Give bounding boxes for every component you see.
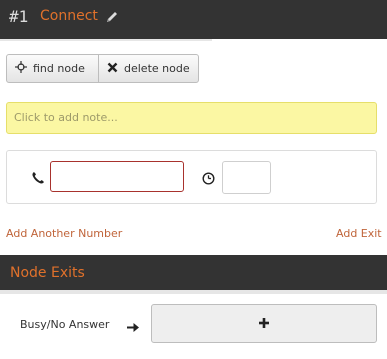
node-number: #1	[9, 7, 29, 26]
add-exit-link[interactable]: Add Exit	[336, 227, 382, 240]
phone-number-input[interactable]	[50, 161, 184, 192]
note-placeholder: Click to add note...	[14, 111, 118, 124]
exits-divider	[0, 290, 387, 294]
header-divider	[0, 39, 212, 41]
add-note-area[interactable]: Click to add note...	[6, 102, 377, 134]
node-title[interactable]: Connect	[40, 8, 98, 24]
pencil-icon[interactable]	[104, 9, 120, 25]
plus-icon	[258, 314, 270, 333]
delete-node-button[interactable]: delete node	[98, 55, 198, 82]
phone-icon	[31, 170, 45, 184]
delete-node-label: delete node	[124, 62, 190, 75]
find-node-button[interactable]: find node	[7, 55, 98, 82]
timeout-input[interactable]	[222, 161, 271, 194]
crosshair-icon	[15, 61, 27, 76]
add-another-number-link[interactable]: Add Another Number	[6, 227, 122, 240]
find-node-label: find node	[33, 62, 85, 75]
dial-panel	[6, 150, 377, 204]
exit-target-add-button[interactable]	[151, 304, 377, 343]
node-toolbar: find node delete node	[6, 54, 199, 83]
node-header: #1 Connect	[0, 0, 387, 39]
exit-label-busy-no-answer: Busy/No Answer	[20, 318, 110, 331]
node-exits-title: Node Exits	[10, 265, 85, 281]
x-icon	[107, 62, 118, 76]
node-exits-header: Node Exits	[0, 255, 387, 290]
clock-icon	[202, 170, 215, 185]
arrow-right-icon	[127, 318, 140, 332]
